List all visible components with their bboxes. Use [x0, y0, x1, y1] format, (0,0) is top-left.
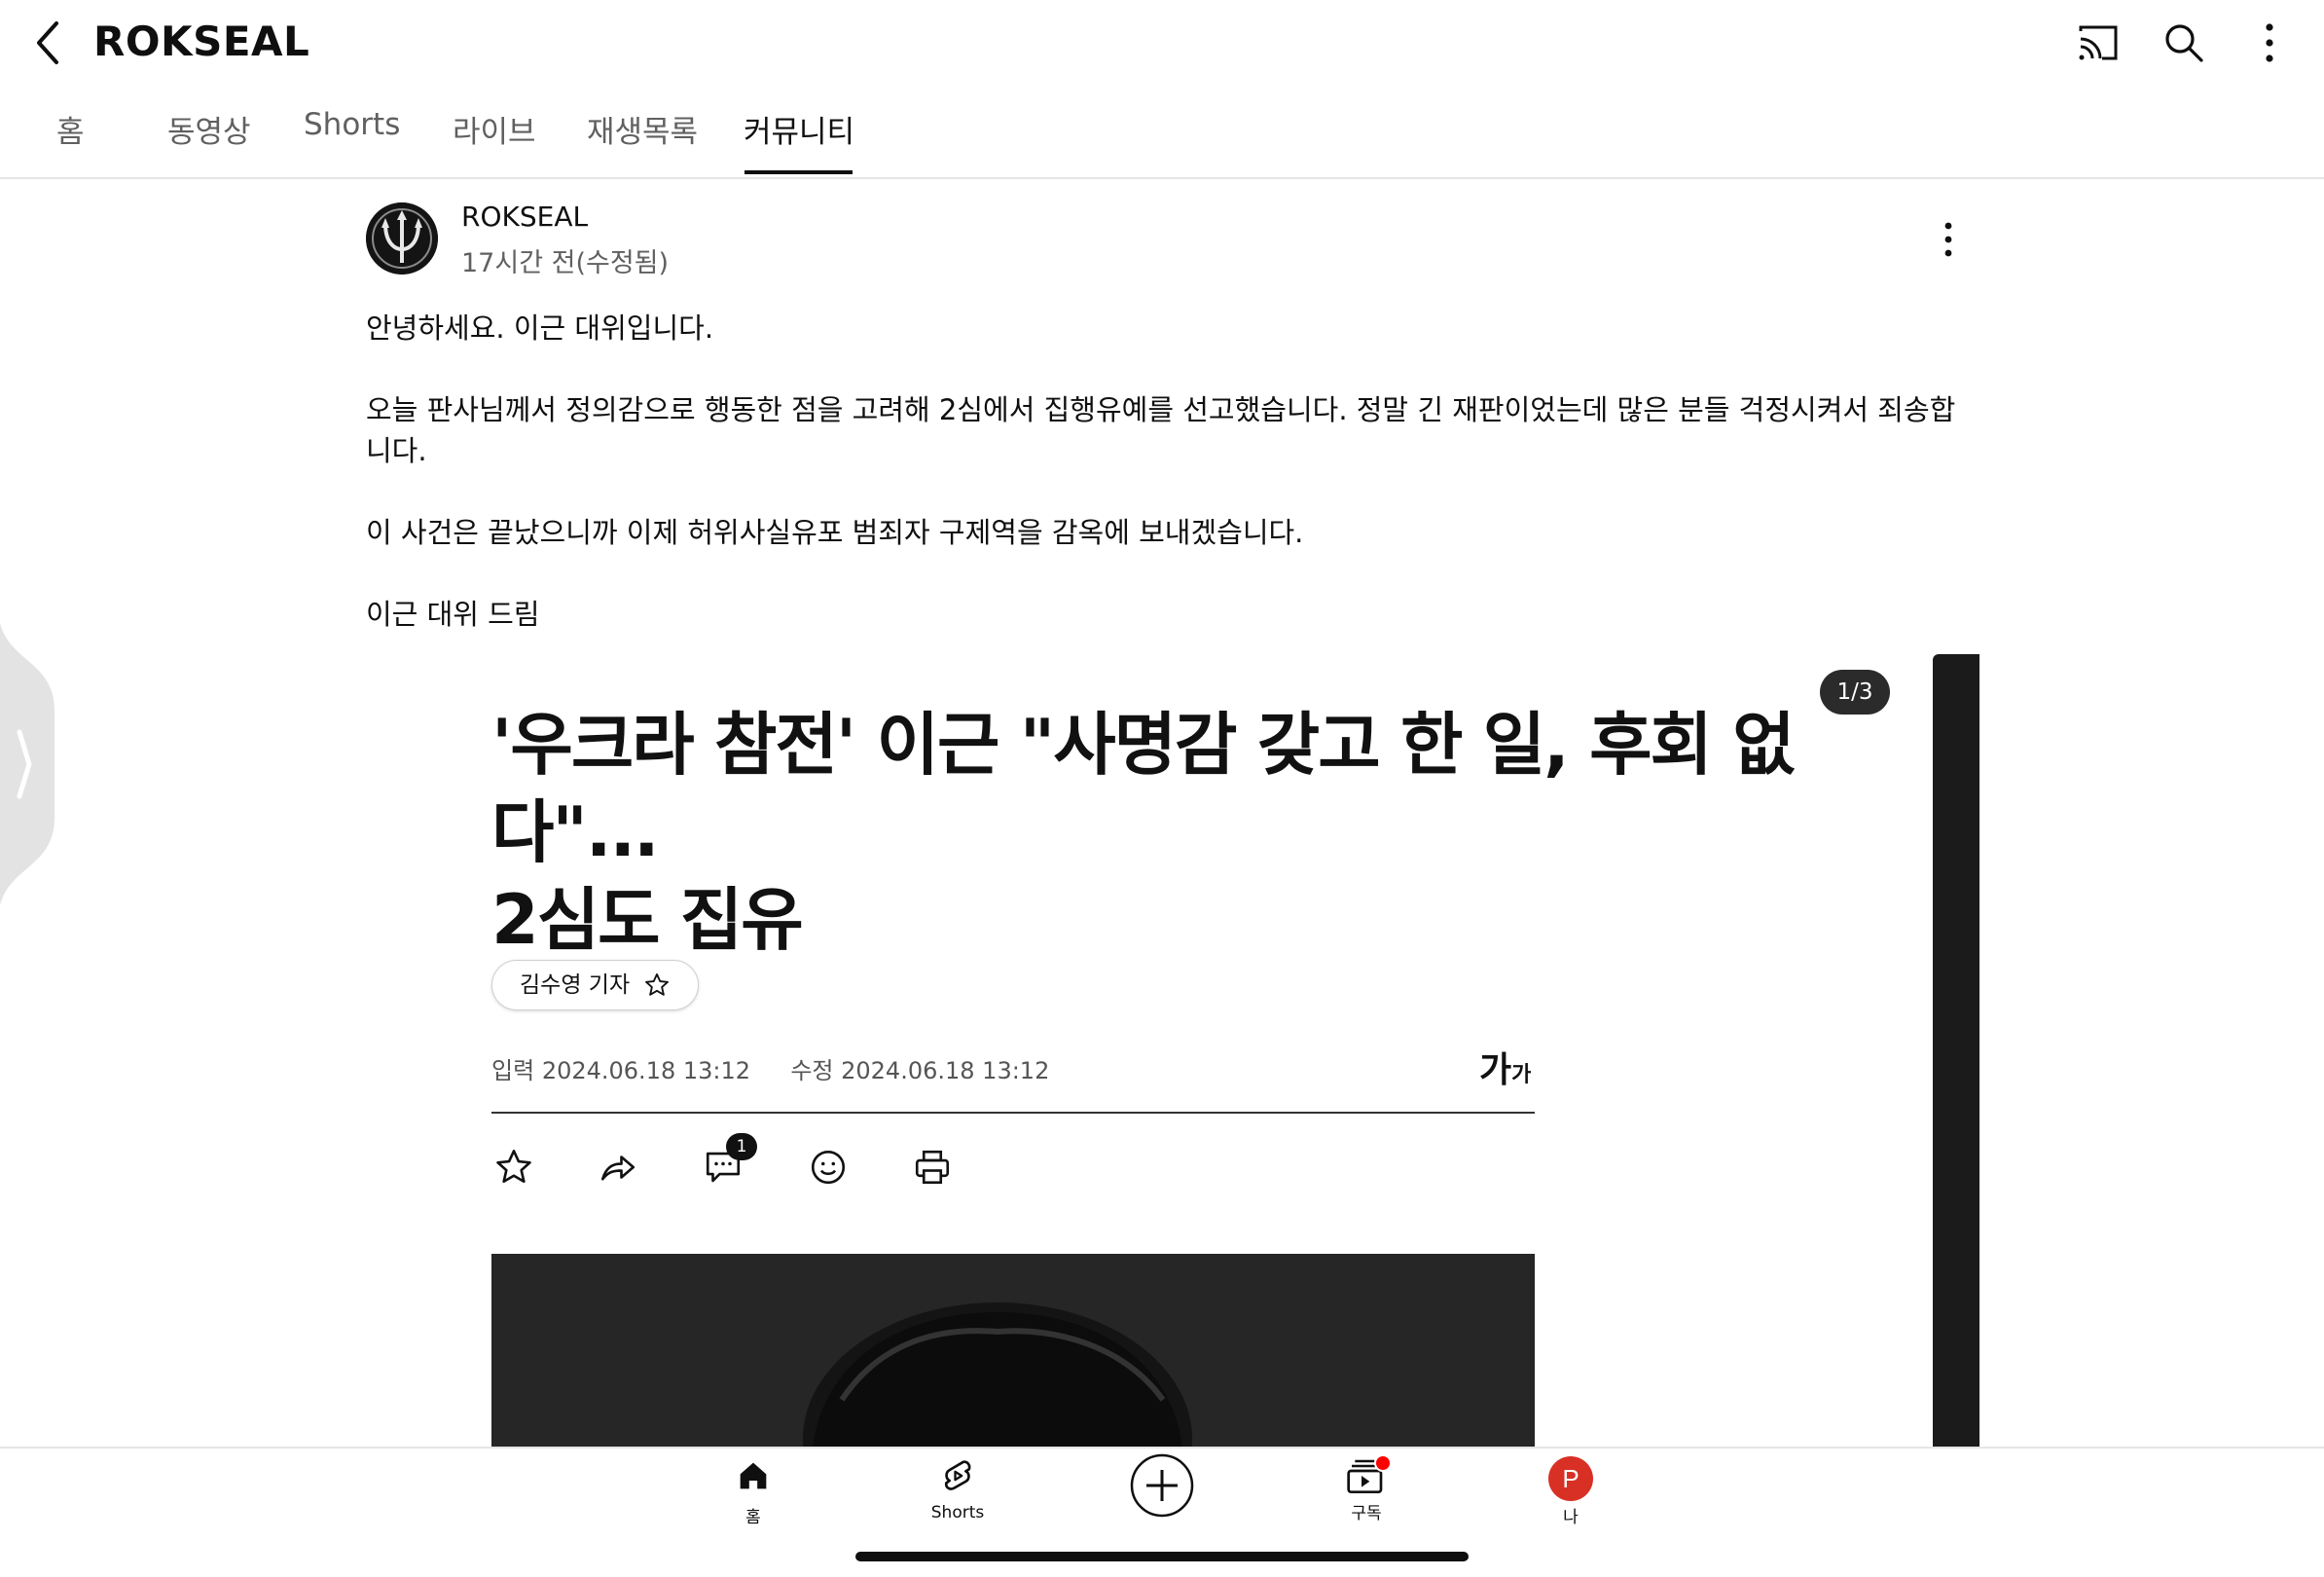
input-label: 입력: [491, 1057, 535, 1084]
side-panel-handle[interactable]: [0, 623, 54, 905]
nav-shorts-label: Shorts: [930, 1503, 985, 1522]
post-text-verdict: 오늘 판사님께서 정의감으로 행동한 점을 고려해 2심에서 집행유예를 선고했…: [366, 393, 1956, 467]
tab-community[interactable]: 커뮤니티: [744, 107, 854, 151]
next-image-peek[interactable]: [1933, 654, 1979, 1447]
share-icon: [598, 1147, 638, 1188]
more-options-button[interactable]: [2244, 18, 2295, 68]
home-indicator: [855, 1552, 1469, 1561]
search-button[interactable]: [2159, 18, 2209, 68]
article-rule: [491, 1112, 1535, 1114]
post-more-button[interactable]: [1931, 218, 1966, 261]
font-size-large: 가: [1479, 1050, 1512, 1090]
channel-avatar[interactable]: [366, 202, 438, 275]
notification-dot: [1374, 1454, 1392, 1472]
input-date: 2024.06.18 13:12: [541, 1057, 751, 1084]
article-headline: '우크라 참전' 이근 "사명감 갖고 한 일, 후회 없다"... 2심도 집…: [491, 701, 1854, 964]
back-button[interactable]: [29, 18, 72, 68]
chevron-right-icon: [0, 623, 54, 905]
post-author[interactable]: ROKSEAL: [461, 201, 588, 233]
nav-shorts[interactable]: Shorts: [899, 1456, 1016, 1522]
search-icon: [2165, 24, 2203, 62]
tab-playlists[interactable]: 재생목록: [587, 107, 698, 151]
nav-home[interactable]: 홈: [695, 1456, 812, 1527]
post-timestamp: 17시간 전(수정됨): [461, 248, 670, 278]
tab-live[interactable]: 라이브: [453, 107, 536, 151]
post-text-signoff: 이근 대위 드림: [366, 598, 540, 631]
nav-create[interactable]: [1104, 1452, 1220, 1522]
tab-shorts[interactable]: Shorts: [304, 107, 400, 142]
edit-label: 수정: [790, 1057, 834, 1084]
font-size-control: 가가: [1479, 1042, 1531, 1092]
comment-count-badge: 1: [726, 1133, 757, 1160]
reporter-chip: 김수영 기자: [491, 960, 700, 1010]
tab-videos[interactable]: 동영상: [167, 107, 251, 151]
channel-title: ROKSEAL: [93, 18, 310, 65]
profile-avatar: P: [1548, 1456, 1593, 1501]
tab-home[interactable]: 홈: [56, 107, 85, 151]
create-plus-icon: [1130, 1453, 1194, 1518]
post-text-next: 이 사건은 끝났으니까 이제 허위사실유포 범죄자 구제역을 감옥에 보내겠습니…: [366, 516, 1304, 549]
reporter-name: 김수영 기자: [520, 972, 631, 998]
cast-icon: [2079, 25, 2118, 60]
font-size-small: 가: [1511, 1063, 1532, 1087]
person-photo-placeholder: [491, 1254, 1535, 1449]
article-headline-line2: 2심도 집유: [491, 880, 804, 960]
emoji-icon: [808, 1147, 849, 1188]
article-headline-line1: '우크라 참전' 이근 "사명감 갖고 한 일, 후회 없다"...: [491, 705, 1796, 872]
print-icon: [912, 1147, 953, 1188]
back-arrow-icon: [37, 21, 58, 64]
nav-subscriptions[interactable]: 구독: [1308, 1454, 1425, 1523]
post-text-greeting: 안녕하세요. 이근 대위입니다.: [366, 312, 714, 345]
cast-button[interactable]: [2073, 18, 2124, 68]
more-vert-icon: [2266, 23, 2273, 62]
edit-date: 2024.06.18 13:12: [841, 1057, 1050, 1084]
bookmark-star-icon: [493, 1147, 534, 1188]
active-tab-indicator: [744, 170, 853, 174]
star-outline-icon: [645, 972, 670, 996]
tabs-divider: [0, 177, 2324, 179]
nav-home-label: 홈: [745, 1508, 761, 1527]
nav-subscriptions-label: 구독: [1351, 1504, 1382, 1523]
more-vert-icon: [1944, 222, 1952, 257]
nav-you-label: 나: [1563, 1508, 1579, 1527]
home-icon: [740, 1462, 767, 1489]
nav-you[interactable]: P 나: [1512, 1456, 1629, 1527]
shorts-icon: [944, 1460, 971, 1490]
article-photo: [491, 1254, 1535, 1449]
trident-logo-icon: [366, 202, 438, 275]
article-dates: 입력 2024.06.18 13:12 수정 2024.06.18 13:12: [491, 1051, 1049, 1085]
